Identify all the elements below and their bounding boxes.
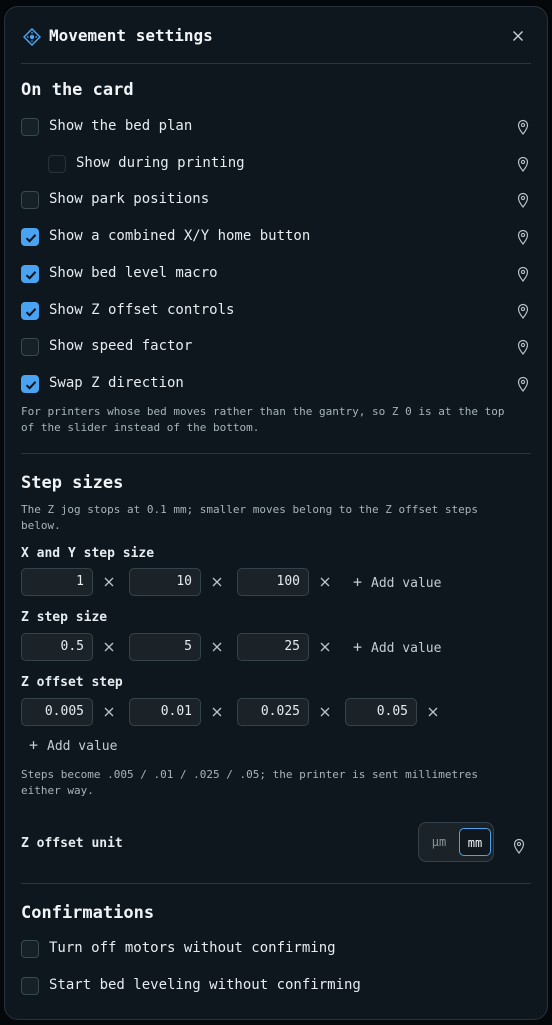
unit-option-mm[interactable]: mm [459,828,491,856]
pin-icon[interactable] [517,376,529,392]
section-title-confirmations: Confirmations [21,903,155,923]
section-divider [21,883,531,884]
dialog-header: Movement settings [5,7,547,63]
checkbox[interactable] [21,191,39,209]
z-offset-step-input[interactable]: 0.025 [237,698,309,726]
xy-step-label: X and Y step size [21,546,155,561]
option-start-bed-leveling[interactable]: Start bed leveling without confirming [21,975,531,999]
option-show-during-printing[interactable]: Show during printing [21,153,531,177]
option-z-offset-controls[interactable]: Show Z offset controls [21,300,531,324]
option-label: Show bed level macro [49,265,218,281]
z-offset-unit-toggle: µm mm [418,822,494,862]
plus-icon: + [353,638,363,656]
remove-icon[interactable] [318,640,332,654]
option-turn-off-motors[interactable]: Turn off motors without confirming [21,938,531,962]
section-title-step-sizes: Step sizes [21,473,124,493]
pin-icon[interactable] [517,192,529,208]
option-label: Show park positions [49,191,210,207]
remove-icon[interactable] [318,575,332,589]
section-title-on-card: On the card [21,80,134,100]
z-offset-step-label: Z offset step [21,675,123,690]
pin-icon[interactable] [517,339,529,355]
option-show-bed-plan[interactable]: Show the bed plan [21,116,531,140]
checkmark-icon [25,381,37,390]
add-xy-value-button[interactable]: + Add value [353,573,441,595]
close-icon[interactable] [510,28,526,44]
option-label: Start bed leveling without confirming [49,977,361,993]
option-swap-z-direction[interactable]: Swap Z direction [21,373,531,397]
checkbox[interactable] [21,118,39,136]
xy-step-input[interactable]: 1 [21,568,93,596]
pin-icon[interactable] [517,119,529,135]
z-offset-step-input[interactable]: 0.05 [345,698,417,726]
z-step-input[interactable]: 5 [129,633,201,661]
checkbox[interactable] [21,940,39,958]
xy-step-input[interactable]: 10 [129,568,201,596]
checkbox[interactable] [21,338,39,356]
checkmark-icon [25,271,37,280]
add-value-label: Add value [47,739,118,754]
remove-icon[interactable] [210,575,224,589]
z-offset-step-input[interactable]: 0.005 [21,698,93,726]
add-z-offset-value-button[interactable]: + Add value [29,736,117,758]
option-show-park-positions[interactable]: Show park positions [21,189,531,213]
add-value-label: Add value [371,576,442,591]
add-value-label: Add value [371,641,442,656]
remove-icon[interactable] [102,575,116,589]
z-offset-step-input[interactable]: 0.01 [129,698,201,726]
checkbox-checked[interactable] [21,265,39,283]
option-label: Show during printing [76,155,245,171]
header-divider [21,63,531,64]
plus-icon: + [353,573,363,591]
option-label: Swap Z direction [49,375,184,391]
section-divider [21,453,531,454]
pin-icon[interactable] [517,229,529,245]
pin-icon[interactable] [513,838,525,854]
remove-icon[interactable] [426,705,440,719]
step-sizes-description: The Z jog stops at 0.1 mm; smaller moves… [21,503,478,532]
option-label: Turn off motors without confirming [49,940,336,956]
xy-step-input[interactable]: 100 [237,568,309,596]
option-label: Show the bed plan [49,118,193,134]
z-offset-unit-label: Z offset unit [21,836,123,851]
z-step-input[interactable]: 0.5 [21,633,93,661]
checkbox[interactable] [21,977,39,995]
swap-z-description: For printers whose bed moves rather than… [21,405,505,434]
add-z-value-button[interactable]: + Add value [353,638,441,660]
pin-icon[interactable] [517,156,529,172]
plus-icon: + [29,736,39,754]
option-label: Show Z offset controls [49,302,235,318]
checkbox-checked[interactable] [21,228,39,246]
option-bed-level-macro[interactable]: Show bed level macro [21,263,531,287]
checkbox-checked[interactable] [21,375,39,393]
remove-icon[interactable] [210,705,224,719]
option-label: Show speed factor [49,338,193,354]
z-step-input[interactable]: 25 [237,633,309,661]
z-step-label: Z step size [21,610,108,625]
unit-option-um[interactable]: µm [423,828,455,856]
option-speed-factor[interactable]: Show speed factor [21,336,531,360]
movement-settings-dialog: Movement settings On the card Show the b… [4,6,548,1020]
pin-icon[interactable] [517,266,529,282]
remove-icon[interactable] [102,705,116,719]
dialog-title: Movement settings [49,26,213,45]
checkmark-icon [25,234,37,243]
option-combined-xy-home[interactable]: Show a combined X/Y home button [21,226,531,250]
remove-icon[interactable] [102,640,116,654]
remove-icon[interactable] [318,705,332,719]
movement-crosshair-icon [23,28,41,46]
pin-icon[interactable] [517,303,529,319]
remove-icon[interactable] [210,640,224,654]
z-offset-note: Steps become .005 / .01 / .025 / .05; th… [21,768,478,797]
checkbox[interactable] [48,155,66,173]
option-label: Show a combined X/Y home button [49,228,311,244]
checkmark-icon [25,308,37,317]
checkbox-checked[interactable] [21,302,39,320]
